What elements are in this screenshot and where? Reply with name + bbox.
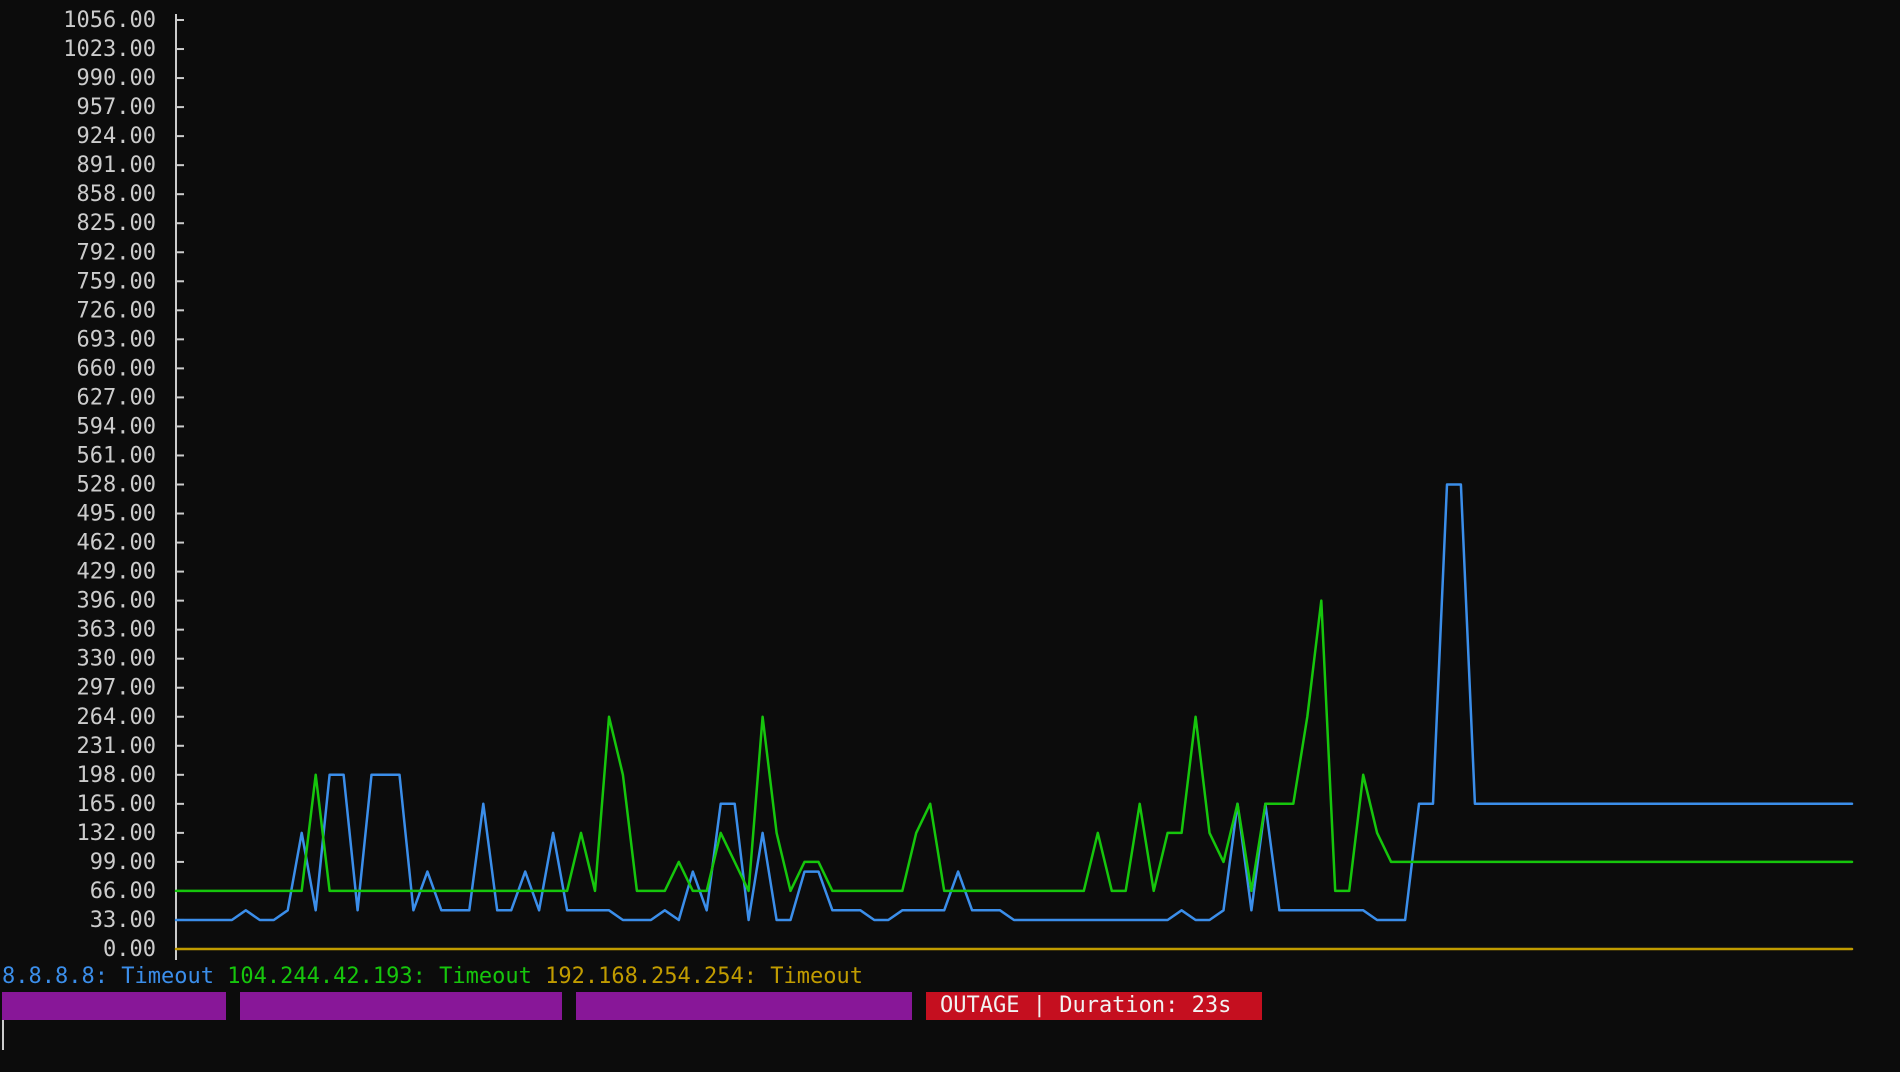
host2-status-bar [240, 992, 562, 1020]
terminal-cursor [2, 1020, 4, 1050]
host3-label: 192.168.254.254: [545, 964, 758, 989]
outage-badge: OUTAGE | Duration: 23s [926, 992, 1262, 1020]
y-tick-label: 330.00 [77, 647, 156, 672]
y-tick-label: 957.00 [77, 95, 156, 120]
y-tick-label: 66.00 [90, 879, 156, 904]
y-tick-label: 1023.00 [63, 37, 156, 62]
host1-status-bar [2, 992, 226, 1020]
y-tick-label: 297.00 [77, 676, 156, 701]
y-tick-label: 660.00 [77, 356, 156, 381]
y-tick-label: 1056.00 [63, 8, 156, 33]
y-tick-label: 363.00 [77, 618, 156, 643]
y-tick-label: 792.00 [77, 240, 156, 265]
y-tick-label: 759.00 [77, 269, 156, 294]
host3-status: Timeout [770, 964, 863, 989]
y-tick-label: 825.00 [77, 211, 156, 236]
y-tick-label: 0.00 [103, 937, 156, 960]
y-tick-label: 990.00 [77, 66, 156, 91]
latency-chart: 0.00 33.00 66.00 99.00 132.00 165.00 198.00 231… [63, 8, 1854, 960]
y-tick-label: 33.00 [90, 908, 156, 933]
y-tick-label: 627.00 [77, 385, 156, 410]
host2-label: 104.244.42.193: [227, 964, 426, 989]
y-tick-label: 528.00 [77, 473, 156, 498]
y-tick-label: 693.00 [77, 327, 156, 352]
series-layer [174, 483, 1854, 951]
host2-status: Timeout [439, 964, 532, 989]
y-tick-label: 858.00 [77, 182, 156, 207]
y-tick-label: 198.00 [77, 763, 156, 788]
y-tick-label: 594.00 [77, 414, 156, 439]
status-line: 8.8.8.8: Timeout 104.244.42.193: Timeout… [2, 962, 863, 992]
y-tick-label: 495.00 [77, 502, 156, 527]
series-line-1 [174, 483, 1854, 922]
host3-status-bar [576, 992, 912, 1020]
y-tick-label: 99.00 [90, 850, 156, 875]
host1-status: Timeout [121, 964, 214, 989]
host1-label: 8.8.8.8: [2, 964, 108, 989]
y-tick-label: 561.00 [77, 443, 156, 468]
y-axis-ticks: 0.00 33.00 66.00 99.00 132.00 165.00 198.00 231… [63, 8, 184, 960]
y-tick-label: 165.00 [77, 792, 156, 817]
y-tick-label: 462.00 [77, 531, 156, 556]
y-tick-label: 132.00 [77, 821, 156, 846]
y-tick-label: 726.00 [77, 298, 156, 323]
y-tick-label: 924.00 [77, 124, 156, 149]
y-tick-label: 264.00 [77, 705, 156, 730]
y-tick-label: 429.00 [77, 560, 156, 585]
series-line-2 [174, 599, 1854, 893]
y-tick-label: 231.00 [77, 734, 156, 759]
y-tick-label: 396.00 [77, 589, 156, 614]
y-tick-label: 891.00 [77, 153, 156, 178]
